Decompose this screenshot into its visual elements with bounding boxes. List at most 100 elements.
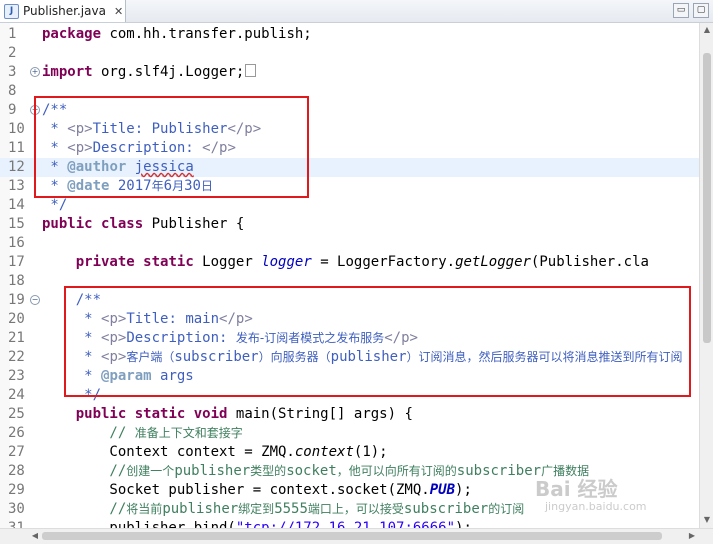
code-line[interactable]: 3 + import org.slf4j.Logger; — [0, 63, 699, 82]
code-token: publisher.bind( — [42, 520, 236, 528]
code-text: //创建一个publisher类型的socket，他可以向所有订阅的subscr… — [42, 462, 589, 481]
line-number: 24 — [8, 387, 25, 403]
code-token: // — [42, 501, 127, 517]
minimize-icon[interactable]: ▭ — [673, 3, 689, 18]
code-token: Logger — [193, 254, 262, 270]
vertical-scroll-thumb[interactable] — [703, 53, 711, 343]
line-number: 2 — [8, 45, 17, 61]
code-line[interactable]: 14 */ — [0, 196, 699, 215]
code-text: public static void main(String[] args) { — [42, 405, 413, 424]
code-line[interactable]: 16 — [0, 234, 699, 253]
watermark: Bai 经验 jingyan.baidu.com — [535, 478, 647, 513]
line-number: 17 — [8, 254, 25, 270]
code-line[interactable]: 31 publisher.bind("tcp://172.16.21.107:6… — [0, 519, 699, 528]
code-token: // — [42, 425, 135, 441]
code-token: com.hh.transfer.publish; — [101, 26, 312, 42]
code-text: Socket publisher = context.socket(ZMQ.PU… — [42, 481, 472, 500]
code-token: (Publisher.cla — [530, 254, 649, 270]
code-line[interactable]: 25 public static void main(String[] args… — [0, 405, 699, 424]
line-number: 12 — [8, 159, 25, 175]
code-text: // 准备上下文和套接字 — [42, 424, 243, 443]
code-token: static — [143, 254, 194, 270]
code-token: PUB — [429, 482, 456, 498]
code-line[interactable]: 1 package com.hh.transfer.publish; — [0, 25, 699, 44]
scroll-down-icon[interactable]: ▼ — [700, 513, 713, 527]
line-number: 20 — [8, 311, 25, 327]
code-text: import org.slf4j.Logger; — [42, 63, 257, 82]
code-token: main(String[] args) { — [227, 406, 413, 422]
code-token: subscriber — [456, 463, 542, 479]
code-text: package com.hh.transfer.publish; — [42, 25, 312, 44]
code-token: org.slf4j.Logger; — [92, 64, 245, 80]
maximize-icon[interactable]: ▢ — [693, 3, 709, 18]
code-token: socket — [286, 463, 337, 479]
code-token: 的订阅 — [488, 502, 525, 516]
horizontal-scroll-thumb[interactable] — [42, 532, 662, 540]
line-number: 15 — [8, 216, 25, 232]
code-token: 类型的 — [250, 464, 287, 478]
code-token: class — [101, 216, 144, 232]
code-token: import — [42, 64, 93, 80]
code-line[interactable]: 26 // 准备上下文和套接字 — [0, 424, 699, 443]
highlight-box-method-javadoc — [64, 286, 691, 397]
expand-fold-icon[interactable]: + — [30, 67, 40, 77]
code-token: 创建一个 — [126, 464, 175, 478]
code-token: ); — [455, 482, 472, 498]
code-text: public class Publisher { — [42, 215, 244, 234]
code-token: public — [75, 406, 127, 422]
code-token: ，他可以向所有订阅的 — [336, 464, 457, 478]
editor-tab-bar: J Publisher.java ✕ ▭ ▢ — [0, 0, 713, 23]
code-token: getLogger — [455, 254, 531, 270]
tab-publisher-java[interactable]: J Publisher.java ✕ — [0, 0, 126, 22]
code-token: publisher — [174, 463, 251, 479]
code-token: 将当前 — [126, 502, 163, 516]
collapse-fold-icon[interactable]: − — [30, 295, 40, 305]
code-token: publisher — [162, 501, 239, 517]
line-number: 22 — [8, 349, 25, 365]
code-text: */ — [42, 196, 67, 215]
line-number: 31 — [8, 520, 25, 528]
line-number: 21 — [8, 330, 25, 346]
line-number: 29 — [8, 482, 25, 498]
code-token: "tcp://172.16.21.107:6666" — [235, 520, 456, 528]
code-token: public — [42, 216, 93, 232]
code-token: Publisher { — [143, 216, 245, 232]
code-token: 5555 — [274, 501, 308, 517]
java-file-icon: J — [4, 3, 19, 19]
code-token: = LoggerFactory. — [311, 254, 456, 270]
close-icon[interactable]: ✕ — [114, 5, 123, 18]
code-token: 准备上下文和套接字 — [134, 426, 243, 440]
line-number: 1 — [8, 26, 17, 42]
vertical-scrollbar[interactable]: ▲ ▼ — [699, 23, 713, 528]
line-number: 8 — [8, 83, 17, 99]
code-text: private static Logger logger = LoggerFac… — [42, 253, 649, 272]
code-token: */ — [42, 197, 68, 213]
code-text: publisher.bind("tcp://172.16.21.107:6666… — [42, 519, 471, 528]
line-number: 28 — [8, 463, 25, 479]
code-token: // — [42, 463, 127, 479]
scroll-right-icon[interactable]: ▶ — [685, 529, 699, 543]
scroll-left-icon[interactable]: ◀ — [28, 529, 42, 543]
code-token: context — [294, 444, 354, 460]
code-token: logger — [261, 254, 312, 270]
highlight-box-class-javadoc — [34, 96, 309, 198]
code-line[interactable]: 2 — [0, 44, 699, 63]
scroll-up-icon[interactable]: ▲ — [700, 23, 713, 37]
line-number: 11 — [8, 140, 25, 156]
code-line[interactable]: 27 Context context = ZMQ.context(1); — [0, 443, 699, 462]
code-line[interactable]: 17 private static Logger logger = Logger… — [0, 253, 699, 272]
code-token: private — [75, 254, 135, 270]
line-number: 26 — [8, 425, 25, 441]
code-text: Context context = ZMQ.context(1); — [42, 443, 387, 462]
collapsed-imports-icon[interactable] — [245, 64, 257, 77]
code-token: subscriber — [403, 501, 489, 517]
line-number: 30 — [8, 501, 25, 517]
horizontal-scrollbar[interactable]: ◀ ▶ — [0, 528, 713, 544]
tab-label: Publisher.java — [23, 4, 106, 18]
code-line[interactable]: 15 public class Publisher { — [0, 215, 699, 234]
line-number: 23 — [8, 368, 25, 384]
